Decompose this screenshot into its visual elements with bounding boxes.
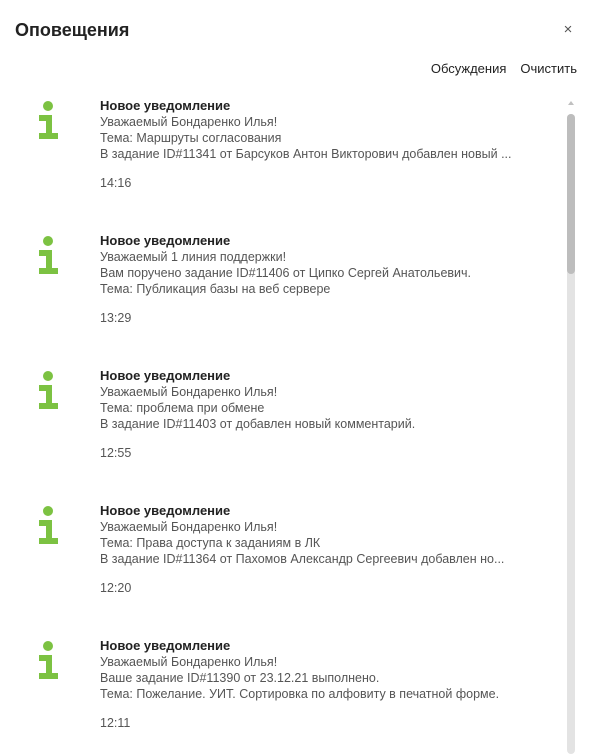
- notification-line: Уважаемый Бондаренко Илья!: [100, 115, 278, 129]
- info-icon: [39, 371, 58, 409]
- notification-item[interactable]: Новое уведомление Уважаемый Бондаренко И…: [0, 366, 560, 486]
- notification-body: Новое уведомление Уважаемый Бондаренко И…: [100, 98, 540, 191]
- close-button[interactable]: ×: [560, 21, 576, 39]
- notifications-panel: Оповещения × Обсуждения Очистить Новое у…: [0, 0, 598, 754]
- notification-line: Тема: проблема при обмене: [100, 401, 265, 415]
- notification-time: 12:55: [100, 446, 132, 460]
- info-icon: [39, 236, 58, 274]
- panel-toolbar: Обсуждения Очистить: [431, 61, 577, 76]
- notification-line: Вам поручено задание ID#11406 от Ципко С…: [100, 266, 472, 280]
- notification-title: Новое уведомление: [100, 503, 231, 518]
- notification-line: Тема: Права доступа к заданиям в ЛК: [100, 536, 321, 550]
- info-icon: [39, 101, 58, 139]
- info-icon: [39, 641, 58, 679]
- notification-time: 12:11: [100, 716, 131, 730]
- notification-line: Уважаемый Бондаренко Илья!: [100, 655, 278, 669]
- notification-body: Новое уведомление Уважаемый 1 линия подд…: [100, 233, 540, 326]
- notification-title: Новое уведомление: [100, 98, 231, 113]
- panel-title: Оповещения: [15, 20, 130, 40]
- notification-item[interactable]: Новое уведомление Уважаемый Бондаренко И…: [0, 96, 560, 216]
- notification-line: В задание ID#11341 от Барсуков Антон Вик…: [100, 147, 512, 161]
- notification-body: Новое уведомление Уважаемый Бондаренко И…: [100, 503, 540, 596]
- notification-title: Новое уведомление: [100, 638, 231, 653]
- notification-item[interactable]: Новое уведомление Уважаемый 1 линия подд…: [0, 231, 560, 351]
- notification-line: Ваше задание ID#11390 от 23.12.21 выполн…: [100, 671, 380, 685]
- notification-time: 14:16: [100, 176, 132, 190]
- notification-line: Уважаемый Бондаренко Илья!: [100, 520, 278, 534]
- notification-line: В задание ID#11403 от добавлен новый ком…: [100, 417, 416, 431]
- notification-time: 12:20: [100, 581, 132, 595]
- notification-title: Новое уведомление: [100, 368, 231, 383]
- discussions-link[interactable]: Обсуждения: [431, 61, 507, 76]
- notification-line: Тема: Публикация базы на веб сервере: [100, 282, 331, 296]
- clear-link[interactable]: Очистить: [520, 61, 577, 76]
- vertical-scrollbar[interactable]: [567, 96, 575, 754]
- notification-list: Новое уведомление Уважаемый Бондаренко И…: [0, 96, 560, 754]
- notification-line: Тема: Пожелание. УИТ. Сортировка по алфо…: [100, 687, 500, 701]
- scrollbar-thumb[interactable]: [567, 114, 575, 274]
- notification-item[interactable]: Новое уведомление Уважаемый Бондаренко И…: [0, 501, 560, 621]
- notification-item[interactable]: Новое уведомление Уважаемый Бондаренко И…: [0, 636, 560, 754]
- notification-line: В задание ID#11364 от Пахомов Александр …: [100, 552, 505, 566]
- notification-line: Тема: Маршруты согласования: [100, 131, 282, 145]
- notification-line: Уважаемый 1 линия поддержки!: [100, 250, 287, 264]
- notification-time: 13:29: [100, 311, 132, 325]
- scroll-up-arrow-icon[interactable]: [567, 99, 575, 107]
- notification-line: Уважаемый Бондаренко Илья!: [100, 385, 278, 399]
- info-icon: [39, 506, 58, 544]
- notification-body: Новое уведомление Уважаемый Бондаренко И…: [100, 368, 540, 461]
- notification-title: Новое уведомление: [100, 233, 231, 248]
- notification-body: Новое уведомление Уважаемый Бондаренко И…: [100, 638, 540, 731]
